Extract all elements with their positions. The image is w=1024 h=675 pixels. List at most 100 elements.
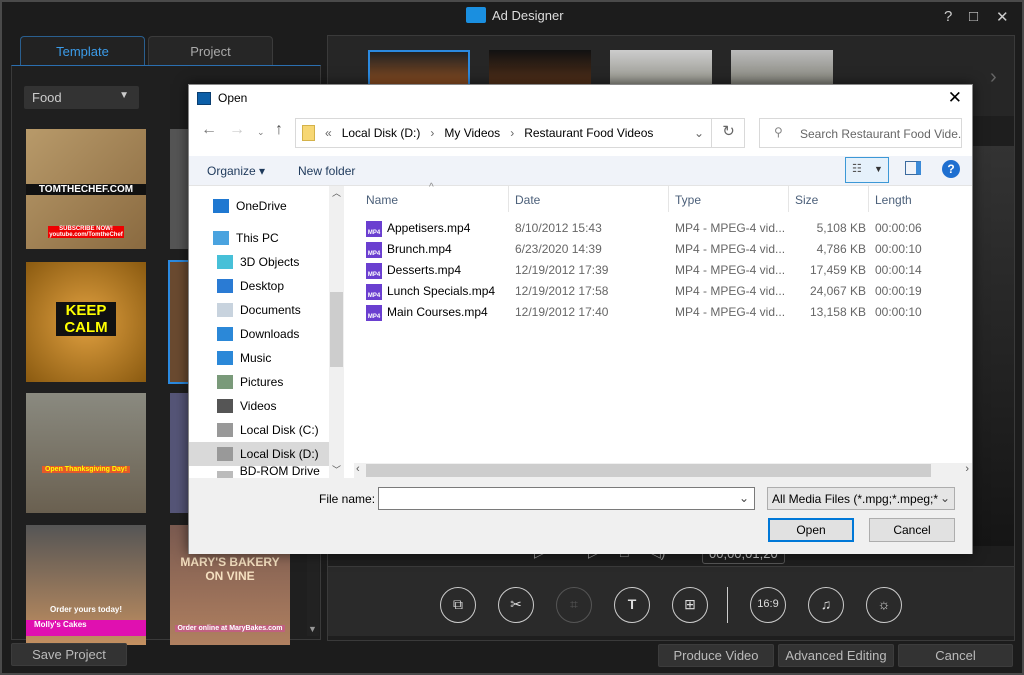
pc-icon bbox=[213, 231, 229, 245]
file-row[interactable]: MP4 Appetisers.mp4 8/10/2012 15:43 MP4 - MP… bbox=[366, 218, 966, 239]
dialog-cancel-button[interactable]: Cancel bbox=[869, 518, 955, 542]
column-header-size[interactable]: Size bbox=[795, 193, 818, 207]
column-header-type[interactable]: Type bbox=[675, 193, 701, 207]
music-icon bbox=[217, 351, 233, 365]
nav-item[interactable]: Music bbox=[189, 346, 329, 370]
file-row[interactable]: MP4 Brunch.mp4 6/23/2020 14:39 MP4 - MPEG-4… bbox=[366, 239, 966, 260]
scroll-right-icon[interactable]: › bbox=[965, 463, 969, 475]
cancel-button[interactable]: Cancel bbox=[898, 644, 1013, 667]
address-bar[interactable]: « Local Disk (D:) › My Videos › Restaurant… bbox=[295, 118, 745, 148]
search-input[interactable]: ⚲ Search Restaurant Food Vide... bbox=[759, 118, 962, 148]
nav-item[interactable]: Pictures bbox=[189, 370, 329, 394]
scroll-down-icon[interactable]: ﹀ bbox=[332, 463, 341, 476]
breadcrumb-item[interactable]: Restaurant Food Videos bbox=[524, 126, 653, 140]
organize-button[interactable]: Organize ▾ bbox=[207, 164, 265, 178]
template-thumbnail[interactable] bbox=[170, 393, 190, 513]
refresh-button[interactable]: ↻ bbox=[711, 118, 745, 148]
advanced-editing-button[interactable]: Advanced Editing bbox=[778, 644, 894, 667]
document-icon bbox=[217, 303, 233, 317]
maximize-button[interactable]: □ bbox=[969, 8, 978, 25]
view-options-button[interactable]: ☷ ▼ bbox=[845, 157, 889, 183]
file-date: 12/19/2012 17:39 bbox=[515, 263, 609, 277]
nav-item[interactable]: Local Disk (C:) bbox=[189, 418, 329, 442]
breadcrumb-item[interactable]: Local Disk (D:) bbox=[342, 126, 421, 140]
nav-item-label: BD-ROM Drive (I bbox=[239, 464, 320, 478]
replace-media-button[interactable]: ⧉ bbox=[440, 587, 476, 623]
nav-item[interactable]: Videos bbox=[189, 394, 329, 418]
template-thumbnail[interactable]: KEEP CALM bbox=[26, 262, 146, 382]
template-thumbnail[interactable]: Order yours today! Molly's Cakes bbox=[26, 525, 146, 645]
tab-project[interactable]: Project bbox=[148, 36, 273, 65]
preview-pane-icon[interactable] bbox=[905, 161, 921, 175]
scroll-down-icon[interactable]: ▼ bbox=[308, 624, 317, 634]
file-length: 00:00:10 bbox=[875, 242, 922, 256]
brightness-button[interactable]: ☼ bbox=[866, 587, 902, 623]
trim-button[interactable]: ✂ bbox=[498, 587, 534, 623]
file-size: 17,459 KB bbox=[809, 263, 866, 277]
up-arrow-icon[interactable]: ↑ bbox=[275, 121, 283, 139]
back-arrow-icon[interactable]: ← bbox=[201, 121, 217, 139]
help-icon[interactable]: ? bbox=[942, 160, 960, 178]
recent-dropdown-icon[interactable]: ⌄ bbox=[257, 127, 265, 138]
template-thumbnail[interactable]: TOMTHECHEF.COM SUBSCRIBE NOW! youtube.com… bbox=[26, 129, 146, 249]
nav-item[interactable]: Documents bbox=[189, 298, 329, 322]
column-header-date[interactable]: Date bbox=[515, 193, 540, 207]
file-size: 13,158 KB bbox=[809, 305, 866, 319]
tab-template[interactable]: Template bbox=[20, 36, 145, 65]
horizontal-scrollbar[interactable]: ‹ › bbox=[354, 463, 972, 478]
nav-item[interactable]: Local Disk (D:) bbox=[189, 442, 329, 466]
nav-item-label: Local Disk (C:) bbox=[240, 423, 319, 437]
forward-arrow-icon[interactable]: → bbox=[229, 121, 245, 139]
horizontal-scroll-thumb[interactable] bbox=[366, 464, 931, 477]
produce-video-button[interactable]: Produce Video bbox=[658, 644, 774, 667]
column-header-length[interactable]: Length bbox=[875, 193, 912, 207]
save-project-button[interactable]: Save Project bbox=[11, 643, 127, 666]
column-header-name[interactable]: Name bbox=[366, 193, 398, 207]
crop-button[interactable]: ⌗ bbox=[556, 587, 592, 623]
open-button[interactable]: Open bbox=[768, 518, 854, 542]
mp4-file-icon: MP4 bbox=[366, 305, 382, 321]
file-date: 12/19/2012 17:58 bbox=[515, 284, 609, 298]
nav-item[interactable]: OneDrive bbox=[189, 194, 329, 218]
template-thumbnail[interactable] bbox=[170, 129, 190, 249]
file-name-dropdown-icon[interactable]: ⌄ bbox=[739, 491, 749, 505]
address-dropdown-icon[interactable]: ⌄ bbox=[694, 126, 704, 140]
file-row[interactable]: MP4 Main Courses.mp4 12/19/2012 17:40 MP4 -… bbox=[366, 302, 966, 323]
dialog-close-button[interactable]: ✕ bbox=[948, 88, 962, 108]
file-type: MP4 - MPEG-4 vid... bbox=[675, 305, 786, 319]
file-type-filter[interactable]: All Media Files (*.mpg;*.mpeg;* ⌄ bbox=[767, 487, 955, 510]
file-name-input[interactable]: ⌄ bbox=[378, 487, 755, 510]
nav-item-label: Documents bbox=[240, 303, 301, 317]
breadcrumb-overflow[interactable]: « bbox=[325, 126, 332, 140]
file-row[interactable]: MP4 Lunch Specials.mp4 12/19/2012 17:58 MP4… bbox=[366, 281, 966, 302]
command-bar: Organize ▾ New folder ☷ ▼ ? bbox=[189, 156, 972, 186]
nav-item[interactable]: This PC bbox=[189, 226, 329, 250]
nav-item[interactable]: Desktop bbox=[189, 274, 329, 298]
add-media-button[interactable]: ⊞ bbox=[672, 587, 708, 623]
aspect-ratio-button[interactable]: 16:9 bbox=[750, 587, 786, 623]
template-thumbnail[interactable]: Open Thanksgiving Day! bbox=[26, 393, 146, 513]
nav-scrollbar[interactable]: ︿ ﹀ bbox=[329, 186, 344, 478]
view-dropdown-icon[interactable]: ▼ bbox=[874, 164, 883, 174]
file-type: MP4 - MPEG-4 vid... bbox=[675, 242, 786, 256]
text-button[interactable]: T bbox=[614, 587, 650, 623]
drive-icon bbox=[217, 447, 233, 461]
app-title: Ad Designer bbox=[466, 7, 564, 23]
category-dropdown[interactable]: Food ▼ bbox=[24, 86, 139, 109]
new-folder-button[interactable]: New folder bbox=[298, 164, 355, 178]
scroll-left-icon[interactable]: ‹ bbox=[356, 463, 360, 475]
help-button[interactable]: ? bbox=[944, 8, 952, 25]
nav-item[interactable]: 3D Objects bbox=[189, 250, 329, 274]
music-button[interactable]: ♫ bbox=[808, 587, 844, 623]
scroll-up-icon[interactable]: ︿ bbox=[332, 186, 341, 199]
next-arrow-icon[interactable]: › bbox=[990, 66, 997, 89]
nav-item-label: Local Disk (D:) bbox=[240, 447, 319, 461]
nav-scroll-thumb[interactable] bbox=[330, 292, 343, 367]
template-thumbnail-selected[interactable] bbox=[168, 260, 190, 384]
close-button[interactable]: ✕ bbox=[996, 8, 1009, 26]
nav-item[interactable]: BD-ROM Drive (I bbox=[189, 464, 329, 478]
breadcrumb-item[interactable]: My Videos bbox=[444, 126, 500, 140]
nav-item[interactable]: Downloads bbox=[189, 322, 329, 346]
file-row[interactable]: MP4 Desserts.mp4 12/19/2012 17:39 MP4 - MPE… bbox=[366, 260, 966, 281]
file-length: 00:00:19 bbox=[875, 284, 922, 298]
